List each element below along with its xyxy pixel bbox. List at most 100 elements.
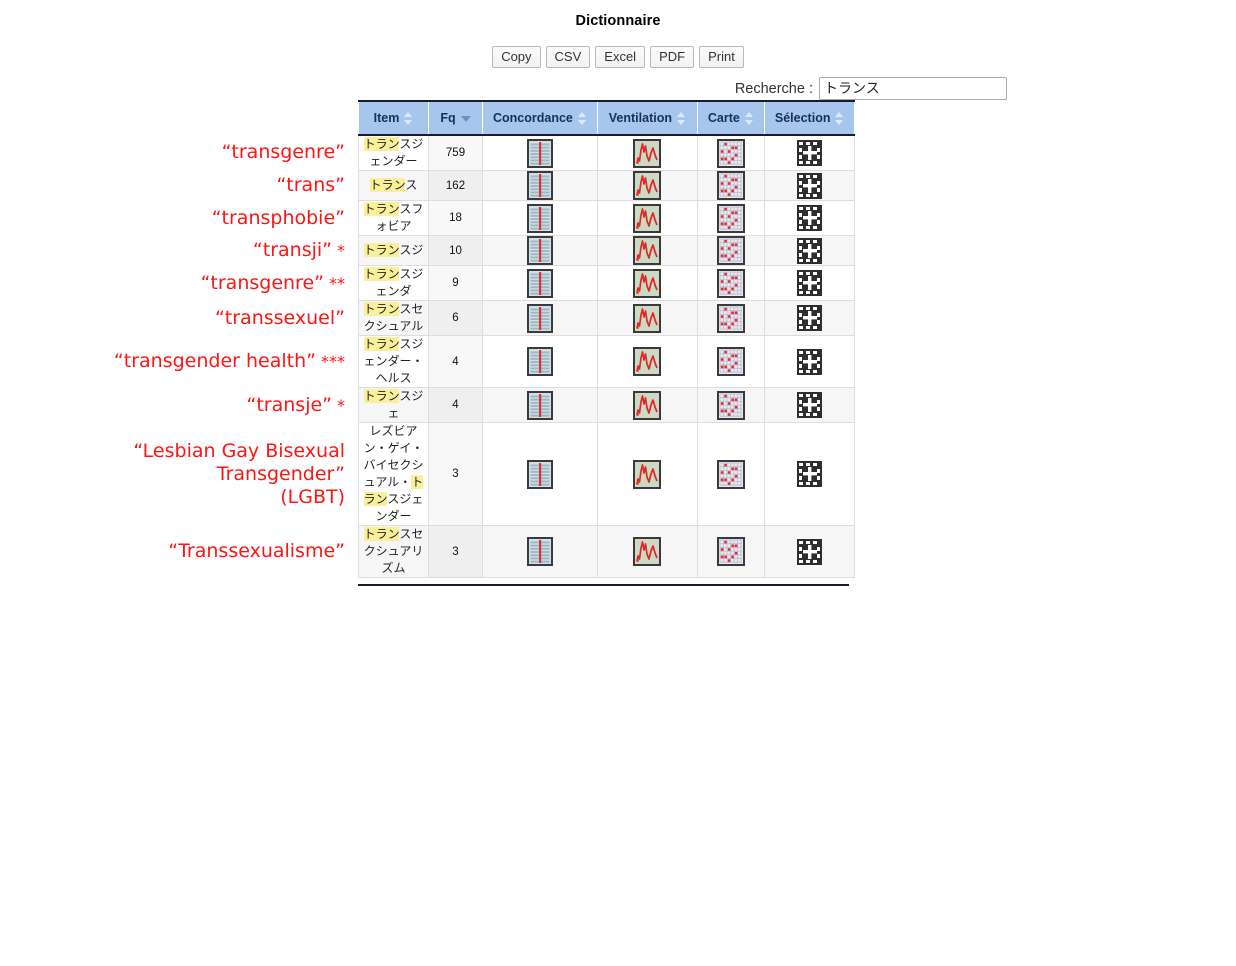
carte-icon[interactable] xyxy=(716,537,745,566)
selection-icon[interactable] xyxy=(796,304,823,332)
row-annotation: “transje” * xyxy=(0,388,350,423)
cell-ventilation[interactable] xyxy=(596,265,698,301)
cell-carte[interactable] xyxy=(696,387,765,423)
carte-icon[interactable] xyxy=(716,236,745,265)
column-header-carte[interactable]: Carte xyxy=(696,100,765,136)
cell-carte[interactable] xyxy=(696,134,765,171)
cell-ventilation[interactable] xyxy=(596,525,698,578)
cell-selection[interactable] xyxy=(763,235,856,266)
copy-button[interactable]: Copy xyxy=(492,46,541,68)
cell-concordance[interactable] xyxy=(482,134,598,171)
cell-concordance[interactable] xyxy=(482,422,598,526)
sort-both-icon[interactable] xyxy=(835,111,844,125)
ventilation-icon[interactable] xyxy=(633,537,662,566)
sort-descending-icon[interactable] xyxy=(460,112,471,125)
pdf-button[interactable]: PDF xyxy=(650,46,695,68)
cell-selection[interactable] xyxy=(763,300,856,336)
concordance-icon[interactable] xyxy=(526,138,553,168)
cell-concordance[interactable] xyxy=(482,235,598,266)
cell-concordance[interactable] xyxy=(482,265,598,301)
cell-carte[interactable] xyxy=(696,525,765,578)
column-header-selection[interactable]: Sélection xyxy=(763,100,856,136)
cell-ventilation[interactable] xyxy=(596,387,698,423)
selection-icon[interactable] xyxy=(796,460,823,488)
ventilation-icon[interactable] xyxy=(633,347,662,376)
cell-concordance[interactable] xyxy=(482,300,598,336)
cell-carte[interactable] xyxy=(696,335,765,388)
selection-icon[interactable] xyxy=(796,139,823,167)
cell-selection[interactable] xyxy=(763,335,856,388)
carte-icon[interactable] xyxy=(716,268,745,298)
ventilation-icon[interactable] xyxy=(633,459,662,489)
cell-carte[interactable] xyxy=(696,170,765,201)
cell-selection[interactable] xyxy=(763,200,856,236)
concordance-icon[interactable] xyxy=(526,303,553,333)
carte-icon[interactable] xyxy=(716,459,745,489)
selection-icon[interactable] xyxy=(796,204,823,232)
cell-selection[interactable] xyxy=(763,387,856,423)
sort-both-icon[interactable] xyxy=(744,111,754,125)
excel-button[interactable]: Excel xyxy=(595,46,646,68)
print-button[interactable]: Print xyxy=(699,46,744,68)
cell-selection[interactable] xyxy=(763,422,856,526)
cell-selection[interactable] xyxy=(763,134,856,171)
csv-button[interactable]: CSV xyxy=(545,46,591,68)
ventilation-icon[interactable] xyxy=(633,268,662,298)
selection-icon[interactable] xyxy=(796,348,823,376)
cell-concordance[interactable] xyxy=(482,335,598,388)
cell-concordance[interactable] xyxy=(482,387,598,423)
cell-selection[interactable] xyxy=(763,170,856,201)
cell-ventilation[interactable] xyxy=(596,170,698,201)
ventilation-icon[interactable] xyxy=(633,171,662,200)
cell-ventilation[interactable] xyxy=(596,335,698,388)
cell-concordance[interactable] xyxy=(482,525,598,578)
selection-icon[interactable] xyxy=(796,237,823,265)
cell-ventilation[interactable] xyxy=(596,235,698,266)
selection-icon[interactable] xyxy=(796,269,823,297)
concordance-icon[interactable] xyxy=(526,171,553,200)
ventilation-icon[interactable] xyxy=(633,138,662,168)
cell-carte[interactable] xyxy=(696,422,765,526)
search-input[interactable] xyxy=(819,77,1007,100)
column-header-fq[interactable]: Fq xyxy=(428,100,483,136)
ventilation-icon[interactable] xyxy=(633,390,662,420)
cell-ventilation[interactable] xyxy=(596,200,698,236)
column-header-concordance[interactable]: Concordance xyxy=(482,100,598,136)
cell-selection[interactable] xyxy=(763,265,856,301)
selection-icon[interactable] xyxy=(796,391,823,419)
carte-icon[interactable] xyxy=(716,347,745,376)
carte-icon[interactable] xyxy=(716,171,745,200)
cell-carte[interactable] xyxy=(696,200,765,236)
cell-selection[interactable] xyxy=(763,525,856,578)
ventilation-icon[interactable] xyxy=(633,303,662,333)
cell-carte[interactable] xyxy=(696,300,765,336)
cell-carte[interactable] xyxy=(696,235,765,266)
sort-both-icon[interactable] xyxy=(404,111,413,125)
cell-ventilation[interactable] xyxy=(596,422,698,526)
cell-carte[interactable] xyxy=(696,265,765,301)
sort-both-icon[interactable] xyxy=(577,111,587,125)
ventilation-icon[interactable] xyxy=(633,203,662,233)
cell-concordance[interactable] xyxy=(482,170,598,201)
carte-icon[interactable] xyxy=(716,303,745,333)
carte-icon[interactable] xyxy=(716,203,745,233)
concordance-icon[interactable] xyxy=(526,268,553,298)
column-header-item[interactable]: Item xyxy=(358,100,429,136)
ventilation-icon[interactable] xyxy=(633,236,662,265)
table-row: トランス 162 xyxy=(358,170,856,201)
concordance-icon[interactable] xyxy=(526,390,553,420)
selection-icon[interactable] xyxy=(796,172,823,200)
concordance-icon[interactable] xyxy=(526,203,553,233)
column-header-ventilation[interactable]: Ventilation xyxy=(596,100,698,136)
cell-ventilation[interactable] xyxy=(596,300,698,336)
concordance-icon[interactable] xyxy=(526,236,553,265)
cell-concordance[interactable] xyxy=(482,200,598,236)
concordance-icon[interactable] xyxy=(526,459,553,489)
sort-both-icon[interactable] xyxy=(676,111,686,125)
concordance-icon[interactable] xyxy=(526,347,553,376)
concordance-icon[interactable] xyxy=(526,537,553,566)
carte-icon[interactable] xyxy=(716,138,745,168)
carte-icon[interactable] xyxy=(716,390,745,420)
selection-icon[interactable] xyxy=(796,538,823,566)
cell-ventilation[interactable] xyxy=(596,134,698,171)
